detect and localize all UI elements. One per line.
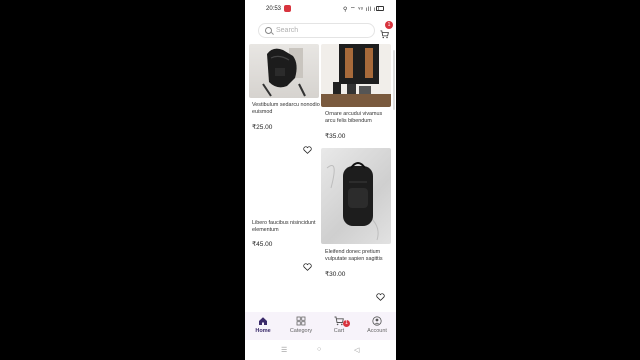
product-price: ₹45.00: [252, 241, 273, 248]
product-feed[interactable]: Vestibulum sedarcu nonodio euismod ₹25.0…: [245, 44, 396, 310]
back-icon[interactable]: ◁: [354, 346, 359, 354]
search-input[interactable]: Search: [276, 27, 298, 34]
product-name[interactable]: Eleifend donec pretium vulputate sapien …: [325, 249, 393, 263]
menu-icon[interactable]: ☰: [281, 346, 287, 354]
heart-icon[interactable]: [376, 293, 385, 301]
heart-icon[interactable]: [303, 263, 312, 271]
nav-label: Cart: [333, 328, 345, 334]
phone-screen: 20:53 ⚲ ⌔ ᵛᵒ ıll ıll Search 1 Vestibulum…: [245, 0, 396, 360]
nav-label: Category: [289, 328, 313, 334]
heart-icon[interactable]: [303, 146, 312, 154]
backpack-image: [262, 48, 306, 97]
product-price: ₹35.00: [325, 133, 346, 140]
cart-icon: [380, 30, 389, 39]
nav-cart[interactable]: 1 Cart: [324, 316, 354, 334]
product-name[interactable]: Vestibulum sedarcu nonodio euismod: [252, 102, 320, 116]
bottom-navigation: Home Category 1 Cart Account: [245, 312, 396, 340]
status-time: 20:53: [266, 6, 282, 12]
backpack-image: [321, 44, 391, 107]
nav-category[interactable]: Category: [286, 316, 316, 334]
product-name[interactable]: Ornare arcudui vivamus arcu felis bibend…: [325, 111, 393, 125]
search-bar[interactable]: Search: [258, 23, 375, 38]
cart-button[interactable]: 1: [380, 21, 393, 39]
system-navigation: ☰ ○ ◁: [245, 342, 396, 360]
nav-account[interactable]: Account: [362, 316, 392, 334]
home-circle-icon[interactable]: ○: [317, 346, 321, 353]
product-image[interactable]: [249, 159, 319, 217]
search-icon: [265, 27, 272, 34]
product-image[interactable]: [249, 44, 319, 98]
product-price: ₹25.00: [252, 124, 273, 131]
cart-badge: 1: [343, 320, 350, 327]
product-image[interactable]: [321, 148, 391, 244]
status-bar: 20:53 ⚲ ⌔ ᵛᵒ ıll ıll: [245, 0, 396, 18]
cart-badge: 1: [385, 21, 393, 29]
nav-home[interactable]: Home: [248, 316, 278, 334]
scrollbar[interactable]: [393, 50, 395, 110]
product-price: ₹30.00: [325, 271, 346, 278]
account-icon: [372, 316, 382, 326]
battery-icon: [376, 6, 384, 11]
grid-icon: [296, 316, 306, 326]
nav-label: Home: [255, 328, 271, 334]
product-name[interactable]: Libero faucibus nisincidunt elementum: [252, 220, 320, 234]
notification-icon: [284, 5, 291, 12]
signal-icons: ⚲ ⌔ ᵛᵒ ıll ıll: [343, 7, 380, 13]
nav-label: Account: [367, 328, 387, 334]
home-icon: [259, 317, 267, 325]
backpack-image: [326, 162, 379, 241]
product-image[interactable]: [321, 44, 391, 107]
